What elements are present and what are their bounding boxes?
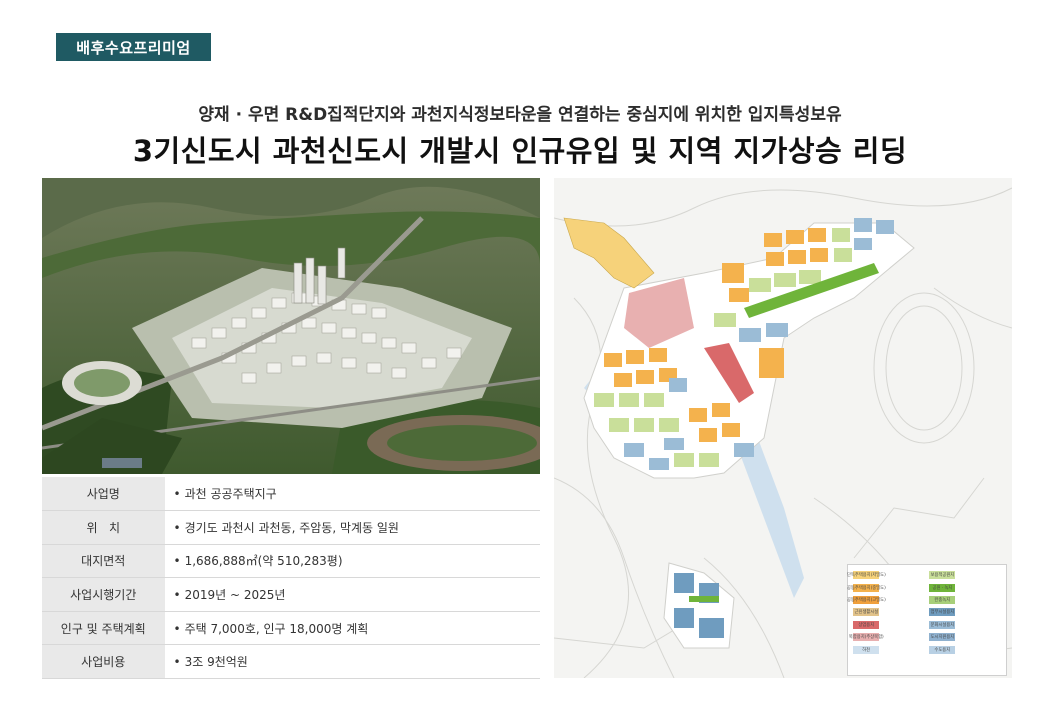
table-value-cell: • 주택 7,000호, 인구 18,000명 계획 [165, 611, 540, 646]
table-value-cell: • 1,686,888㎡(약 510,283평) [165, 544, 540, 579]
page-subtitle: 양재 · 우면 R&D집적단지와 과천지식정보타운을 연결하는 중심지에 위치한… [198, 105, 842, 125]
legend-swatch: 근린생활시설 [853, 608, 879, 617]
legend-item: 보용적공원지 [929, 569, 1001, 581]
legend-item: 공동주택용지(고밀도) [847, 594, 925, 606]
table-value: 3조 9천억원 [184, 655, 248, 670]
table-value: 주택 7,000호, 인구 18,000명 계획 [184, 621, 369, 636]
legend-item: 단독주택용지(저밀도) [847, 569, 925, 581]
table-value: 1,686,888㎡(약 510,283평) [184, 554, 343, 569]
legend-swatch: 완충녹지 [929, 595, 955, 604]
legend-swatch: 보용적공원지 [929, 571, 955, 580]
table-key: 대지면적 [42, 544, 166, 579]
legend-item: 완충녹지 [929, 594, 1001, 606]
section-badge: 배후수요프리미엄 [56, 33, 211, 61]
table-row: 대지면적 • 1,686,888㎡(약 510,283평) [42, 544, 540, 579]
legend-swatch: 하천 [853, 645, 879, 654]
table-row: 사업시행기간 • 2019년 ~ 2025년 [42, 577, 540, 612]
table-value: 2019년 ~ 2025년 [184, 588, 286, 603]
table-key: 사업비용 [42, 644, 166, 680]
aerial-rendering-image [42, 178, 540, 474]
table-row: 위 치 • 경기도 과천시 과천동, 주암동, 막계동 일원 [42, 510, 540, 545]
legend-item: 상업용지 [853, 619, 925, 631]
table-row: 사업명 • 과천 공공주택지구 [42, 477, 540, 512]
table-key: 인구 및 주택계획 [42, 611, 166, 646]
table-key: 사업명 [42, 477, 166, 512]
legend-item: 도시지원용지 [929, 631, 1001, 643]
legend-item: 복합용지(주상복합) [849, 631, 925, 643]
legend-swatch: 업무시설용지 [929, 608, 955, 617]
table-key: 사업시행기간 [42, 577, 166, 612]
table-value-cell: • 경기도 과천시 과천동, 주암동, 막계동 일원 [165, 510, 540, 545]
table-value-cell: • 과천 공공주택지구 [165, 477, 540, 512]
legend-swatch: 공동주택용지(중밀도) [847, 583, 885, 592]
table-value: 과천 공공주택지구 [184, 487, 277, 502]
project-info-table: 사업명 • 과천 공공주택지구 위 치 • 경기도 과천시 과천동, 주암동, 막계… [42, 477, 540, 680]
table-row: 인구 및 주택계획 • 주택 7,000호, 인구 18,000명 계획 [42, 611, 540, 646]
map-legend: 단독주택용지(저밀도) 보용적공원지 공동주택용지(중밀도) 공원 · 녹지 공… [847, 564, 1007, 676]
legend-item: 공동주택용지(중밀도) [847, 581, 925, 593]
legend-item: 업무시설용지 [929, 606, 1001, 618]
table-value-cell: • 3조 9천억원 [165, 644, 540, 680]
table-value-cell: • 2019년 ~ 2025년 [165, 577, 540, 612]
table-row: 사업비용 • 3조 9천억원 [42, 644, 540, 680]
legend-item: 근린생활시설 [853, 606, 925, 618]
legend-swatch: 도시지원용지 [929, 633, 955, 642]
legend-swatch: 공원 · 녹지 [929, 583, 955, 592]
table-key: 위 치 [42, 510, 166, 545]
legend-swatch: 복합용지(주상복합) [849, 633, 883, 642]
legend-item: 수도용지 [929, 643, 1001, 655]
legend-swatch: 문화시설용지 [929, 620, 955, 629]
table-value: 경기도 과천시 과천동, 주암동, 막계동 일원 [184, 520, 399, 535]
legend-swatch: 수도용지 [929, 645, 955, 654]
page-title: 3기신도시 과천신도시 개발시 인규유입 및 지역 지가상승 리딩 [132, 134, 908, 168]
legend-swatch: 상업용지 [853, 620, 879, 629]
legend-swatch: 공동주택용지(고밀도) [847, 595, 885, 604]
legend-swatch: 단독주택용지(저밀도) [847, 571, 885, 580]
legend-item: 문화시설용지 [929, 619, 1001, 631]
legend-item: 공원 · 녹지 [929, 581, 1001, 593]
legend-item: 하천 [853, 643, 925, 655]
